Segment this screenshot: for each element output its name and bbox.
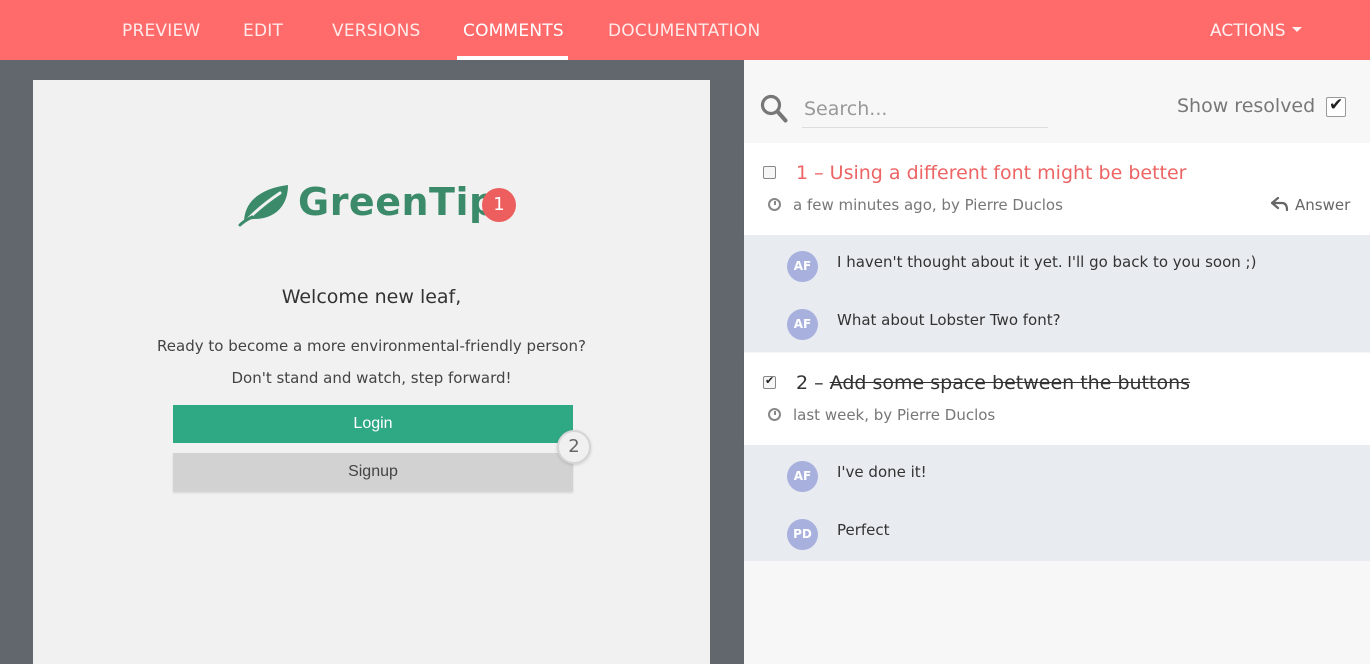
reply-text: I've done it! bbox=[837, 463, 927, 481]
comment-thread-2: 2 – Add some space between the buttons l… bbox=[744, 353, 1370, 445]
thread-title-1[interactable]: 1 – Using a different font might be bett… bbox=[796, 162, 1186, 184]
answer-label: Answer bbox=[1295, 196, 1351, 214]
thread-title-text-2: Add some space between the buttons bbox=[829, 372, 1191, 394]
clock-icon bbox=[768, 198, 781, 211]
thread-1-replies: AF I haven't thought about it yet. I'll … bbox=[744, 235, 1370, 352]
login-button[interactable]: Login bbox=[173, 405, 573, 443]
tab-preview[interactable]: PREVIEW bbox=[122, 0, 200, 60]
caret-down-icon bbox=[1291, 26, 1302, 32]
reply-text: Perfect bbox=[837, 521, 890, 539]
welcome-heading: Welcome new leaf, bbox=[281, 286, 462, 308]
avatar: AF bbox=[787, 309, 818, 340]
resolve-checkbox-1[interactable] bbox=[763, 166, 776, 179]
show-resolved-label: Show resolved bbox=[1177, 95, 1316, 117]
thread-meta-1: a few minutes ago, by Pierre Duclos bbox=[793, 196, 1063, 214]
thread-title-2[interactable]: 2 – Add some space between the buttons bbox=[796, 372, 1190, 394]
leaf-icon bbox=[238, 185, 288, 227]
top-nav-bar: PREVIEW EDIT VERSIONS COMMENTS DOCUMENTA… bbox=[0, 0, 1370, 60]
thread-2-replies: AF I've done it! PD Perfect bbox=[744, 445, 1370, 561]
tab-versions[interactable]: VERSIONS bbox=[332, 0, 420, 60]
avatar: PD bbox=[787, 519, 818, 550]
reply-text: I haven't thought about it yet. I'll go … bbox=[837, 253, 1257, 271]
avatar: AF bbox=[787, 251, 818, 282]
show-resolved-checkbox[interactable] bbox=[1326, 95, 1346, 117]
reply-text: What about Lobster Two font? bbox=[837, 311, 1061, 329]
intro-line-1: Ready to become a more environmental-fri… bbox=[157, 337, 586, 355]
avatar: AF bbox=[787, 461, 818, 492]
reply-icon bbox=[1270, 196, 1289, 212]
tab-comments[interactable]: COMMENTS bbox=[463, 0, 564, 60]
answer-button[interactable]: Answer bbox=[1270, 196, 1351, 214]
tab-edit[interactable]: EDIT bbox=[243, 0, 283, 60]
clock-icon bbox=[768, 408, 781, 421]
resolve-checkbox-2[interactable] bbox=[763, 374, 776, 389]
signup-button[interactable]: Signup bbox=[173, 453, 573, 491]
app-logo-text: GreenTip bbox=[298, 180, 497, 224]
intro-line-2: Don't stand and watch, step forward! bbox=[231, 369, 512, 387]
comment-pin-2[interactable]: 2 bbox=[557, 430, 591, 464]
actions-dropdown[interactable]: ACTIONS bbox=[1210, 0, 1302, 60]
comment-pin-1[interactable]: 1 bbox=[482, 188, 516, 222]
actions-label: ACTIONS bbox=[1210, 21, 1286, 41]
thread-number-2: 2 – bbox=[796, 372, 830, 394]
thread-meta-2: last week, by Pierre Duclos bbox=[793, 406, 996, 424]
search-icon bbox=[760, 94, 788, 123]
comment-thread-1: 1 – Using a different font might be bett… bbox=[744, 143, 1370, 235]
search-input[interactable] bbox=[802, 90, 1048, 128]
tab-documentation[interactable]: DOCUMENTATION bbox=[608, 0, 760, 60]
